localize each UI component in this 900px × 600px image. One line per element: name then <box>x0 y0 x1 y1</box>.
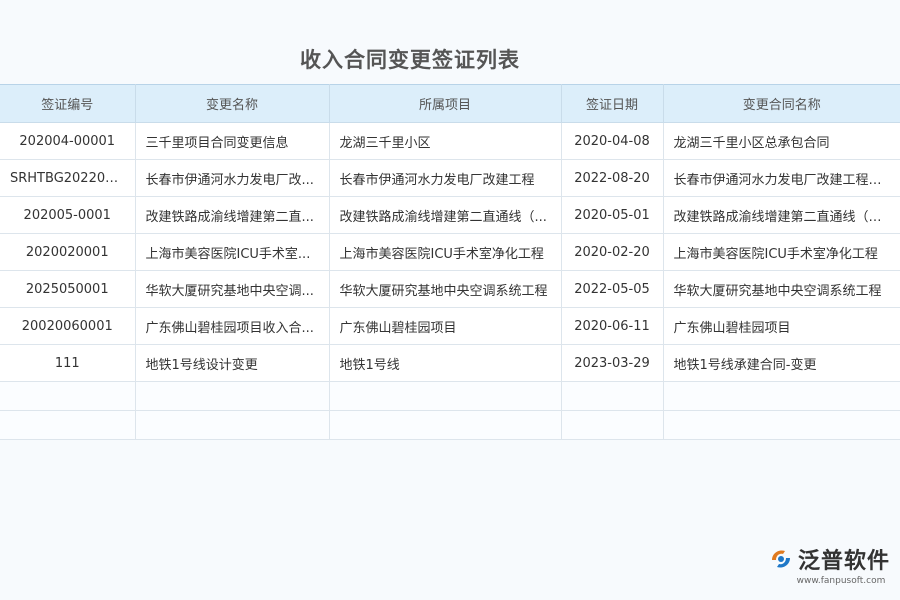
table-header-row: 签证编号 变更名称 所属项目 签证日期 变更合同名称 <box>0 85 900 123</box>
cell-change-name[interactable]: 广东佛山碧桂园项目收入合... <box>135 308 329 345</box>
cell-project[interactable]: 地铁1号线 <box>329 345 561 382</box>
cell-date: 2023-03-29 <box>561 345 663 382</box>
table-row[interactable]: 2025050001 华软大厦研究基地中央空调... 华软大厦研究基地中央空调系… <box>0 271 900 308</box>
cell-contract-name[interactable]: 广东佛山碧桂园项目 <box>663 308 900 345</box>
col-header-date[interactable]: 签证日期 <box>561 85 663 123</box>
brand-logo-text: 泛普软件 <box>798 543 890 575</box>
brand-logo-url: www.fanpusoft.com <box>797 576 886 586</box>
cell-project[interactable]: 改建铁路成渝线增建第二直通线（... <box>329 197 561 234</box>
cell-code[interactable]: 202004-00001 <box>0 123 135 160</box>
page-title: 收入合同变更签证列表 <box>0 44 820 74</box>
cell-project[interactable]: 广东佛山碧桂园项目 <box>329 308 561 345</box>
cell-contract-name[interactable]: 地铁1号线承建合同-变更 <box>663 345 900 382</box>
cell-change-name[interactable]: 上海市美容医院ICU手术室... <box>135 234 329 271</box>
cell-change-name[interactable]: 地铁1号线设计变更 <box>135 345 329 382</box>
table-row[interactable]: 20020060001 广东佛山碧桂园项目收入合... 广东佛山碧桂园项目 20… <box>0 308 900 345</box>
contract-change-table: 签证编号 变更名称 所属项目 签证日期 变更合同名称 202004-00001 … <box>0 84 900 440</box>
table-row[interactable]: 202005-0001 改建铁路成渝线增建第二直... 改建铁路成渝线增建第二直… <box>0 197 900 234</box>
empty-cell <box>329 411 561 440</box>
table-row[interactable]: 202004-00001 三千里项目合同变更信息 龙湖三千里小区 2020-04… <box>0 123 900 160</box>
cell-contract-name[interactable]: 龙湖三千里小区总承包合同 <box>663 123 900 160</box>
cell-project[interactable]: 龙湖三千里小区 <box>329 123 561 160</box>
cell-contract-name[interactable]: 上海市美容医院ICU手术室净化工程 <box>663 234 900 271</box>
brand-logo-icon <box>768 546 794 572</box>
empty-row <box>0 411 900 440</box>
col-header-code[interactable]: 签证编号 <box>0 85 135 123</box>
col-header-change-name[interactable]: 变更名称 <box>135 85 329 123</box>
cell-contract-name[interactable]: 改建铁路成渝线增建第二直通线（成... <box>663 197 900 234</box>
empty-cell <box>0 382 135 411</box>
cell-code[interactable]: 202005-0001 <box>0 197 135 234</box>
cell-date: 2022-05-05 <box>561 271 663 308</box>
table-row[interactable]: SRHTBG202208... 长春市伊通河水力发电厂改... 长春市伊通河水力… <box>0 160 900 197</box>
empty-cell <box>329 382 561 411</box>
cell-project[interactable]: 上海市美容医院ICU手术室净化工程 <box>329 234 561 271</box>
col-header-contract-name[interactable]: 变更合同名称 <box>663 85 900 123</box>
empty-cell <box>0 411 135 440</box>
cell-contract-name[interactable]: 长春市伊通河水力发电厂改建工程合同 <box>663 160 900 197</box>
table-row[interactable]: 2020020001 上海市美容医院ICU手术室... 上海市美容医院ICU手术… <box>0 234 900 271</box>
empty-cell <box>561 382 663 411</box>
empty-cell <box>663 411 900 440</box>
cell-code[interactable]: 2025050001 <box>0 271 135 308</box>
cell-date: 2020-02-20 <box>561 234 663 271</box>
cell-code[interactable]: 111 <box>0 345 135 382</box>
cell-date: 2020-05-01 <box>561 197 663 234</box>
brand-logo: 泛普软件 www.fanpusoft.com <box>768 543 890 586</box>
cell-project[interactable]: 长春市伊通河水力发电厂改建工程 <box>329 160 561 197</box>
cell-contract-name[interactable]: 华软大厦研究基地中央空调系统工程 <box>663 271 900 308</box>
table-row[interactable]: 111 地铁1号线设计变更 地铁1号线 2023-03-29 地铁1号线承建合同… <box>0 345 900 382</box>
empty-cell <box>663 382 900 411</box>
cell-date: 2020-06-11 <box>561 308 663 345</box>
empty-cell <box>135 411 329 440</box>
cell-change-name[interactable]: 长春市伊通河水力发电厂改... <box>135 160 329 197</box>
cell-change-name[interactable]: 三千里项目合同变更信息 <box>135 123 329 160</box>
cell-code[interactable]: SRHTBG202208... <box>0 160 135 197</box>
cell-project[interactable]: 华软大厦研究基地中央空调系统工程 <box>329 271 561 308</box>
empty-row <box>0 382 900 411</box>
cell-date: 2020-04-08 <box>561 123 663 160</box>
col-header-project[interactable]: 所属项目 <box>329 85 561 123</box>
cell-date: 2022-08-20 <box>561 160 663 197</box>
cell-change-name[interactable]: 华软大厦研究基地中央空调... <box>135 271 329 308</box>
cell-change-name[interactable]: 改建铁路成渝线增建第二直... <box>135 197 329 234</box>
cell-code[interactable]: 20020060001 <box>0 308 135 345</box>
cell-code[interactable]: 2020020001 <box>0 234 135 271</box>
empty-cell <box>561 411 663 440</box>
empty-cell <box>135 382 329 411</box>
